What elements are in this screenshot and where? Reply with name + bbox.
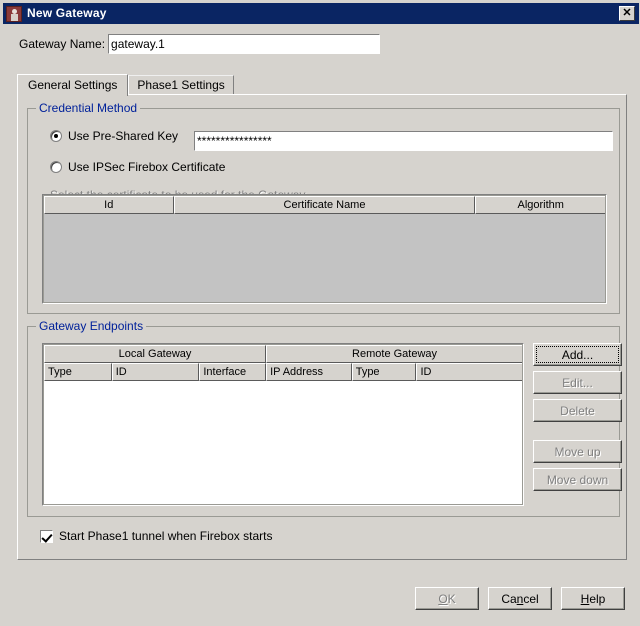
endpoints-column-local-type[interactable]: Type	[44, 363, 112, 381]
tab-phase1-settings-label: Phase1 Settings	[137, 78, 225, 92]
cancel-button[interactable]: Cancel	[488, 587, 552, 610]
radio-ipsec-certificate-icon	[50, 161, 62, 173]
close-icon: ✕	[622, 7, 632, 19]
move-down-button[interactable]: Move down	[533, 468, 622, 491]
tab-general-settings[interactable]: General Settings	[17, 74, 129, 96]
radio-pre-shared-key-icon	[50, 130, 62, 142]
start-phase1-checkbox[interactable]	[40, 529, 53, 543]
certificates-list-inner: Id Certificate Name Algorithm	[43, 195, 606, 303]
edit-button-label: Edit...	[562, 375, 593, 390]
gateway-endpoints-title: Gateway Endpoints	[36, 320, 147, 332]
endpoints-column-local-id[interactable]: ID	[111, 363, 200, 381]
endpoints-column-remote-type[interactable]: Type	[351, 363, 417, 381]
tab-phase1-settings[interactable]: Phase1 Settings	[128, 75, 234, 94]
pre-shared-key-input[interactable]	[194, 131, 613, 151]
ok-button-label: OK	[438, 591, 456, 606]
gateway-name-label: Gateway Name:	[19, 37, 106, 51]
tab-general-settings-label: General Settings	[28, 78, 118, 92]
gateway-app-icon	[6, 5, 22, 22]
cancel-button-label: Cancel	[501, 591, 539, 606]
new-gateway-dialog: New Gateway ✕ Gateway Name: General Sett…	[0, 0, 640, 626]
endpoints-header-row: Type ID Interface IP Address Type ID	[44, 363, 522, 381]
credential-method-group: Credential Method Use Pre-Shared Key Use…	[27, 102, 620, 314]
radio-ipsec-certificate-label: Use IPSec Firebox Certificate	[68, 160, 226, 174]
certificates-list-body[interactable]	[44, 214, 605, 302]
general-settings-panel: Credential Method Use Pre-Shared Key Use…	[17, 94, 627, 560]
edit-button[interactable]: Edit...	[533, 371, 622, 394]
add-button-label: Add...	[561, 347, 594, 362]
endpoints-list[interactable]: Local Gateway Remote Gateway Type ID Int…	[42, 343, 524, 506]
title-bar: New Gateway ✕	[3, 3, 639, 24]
delete-button[interactable]: Delete	[533, 399, 622, 422]
start-phase1-label: Start Phase1 tunnel when Firebox starts	[59, 529, 273, 543]
move-up-button[interactable]: Move up	[533, 440, 622, 463]
tab-strip: General Settings Phase1 Settings	[17, 73, 234, 96]
endpoints-column-interface[interactable]: Interface	[199, 363, 267, 381]
move-down-button-label: Move down	[546, 472, 609, 487]
radio-use-ipsec-firebox-certificate[interactable]: Use IPSec Firebox Certificate	[50, 160, 225, 174]
add-button[interactable]: Add...	[533, 343, 622, 366]
endpoints-column-remote-id[interactable]: ID	[416, 363, 522, 381]
window-title: New Gateway	[27, 6, 107, 20]
delete-button-label: Delete	[560, 403, 595, 418]
help-button-label: Help	[580, 591, 606, 606]
certificates-list[interactable]: Id Certificate Name Algorithm	[42, 194, 607, 304]
certificates-column-algorithm[interactable]: Algorithm	[475, 196, 605, 214]
certificates-column-id[interactable]: Id	[44, 196, 174, 214]
certificates-column-certificate-name[interactable]: Certificate Name	[173, 196, 476, 214]
radio-use-pre-shared-key[interactable]: Use Pre-Shared Key	[50, 129, 178, 143]
endpoints-group-header-row: Local Gateway Remote Gateway	[44, 345, 522, 363]
endpoints-list-inner: Local Gateway Remote Gateway Type ID Int…	[43, 344, 523, 505]
close-button[interactable]: ✕	[619, 6, 635, 21]
credential-method-title: Credential Method	[36, 102, 141, 114]
ok-button[interactable]: OK	[415, 587, 479, 610]
endpoints-column-ip-address[interactable]: IP Address	[266, 363, 352, 381]
endpoints-group-remote-gateway[interactable]: Remote Gateway	[266, 345, 522, 363]
endpoints-list-body[interactable]	[44, 381, 522, 504]
move-up-button-label: Move up	[554, 444, 601, 459]
gateway-name-input[interactable]	[108, 34, 381, 54]
gateway-endpoints-group: Gateway Endpoints Local Gateway Remote G…	[27, 320, 622, 517]
certificates-header-row: Id Certificate Name Algorithm	[44, 196, 605, 214]
endpoints-group-local-gateway[interactable]: Local Gateway	[44, 345, 267, 363]
help-button[interactable]: Help	[561, 587, 625, 610]
start-phase1-checkbox-row[interactable]: Start Phase1 tunnel when Firebox starts	[40, 529, 272, 543]
radio-pre-shared-key-label: Use Pre-Shared Key	[68, 129, 179, 143]
gateway-name-row: Gateway Name:	[19, 34, 381, 54]
